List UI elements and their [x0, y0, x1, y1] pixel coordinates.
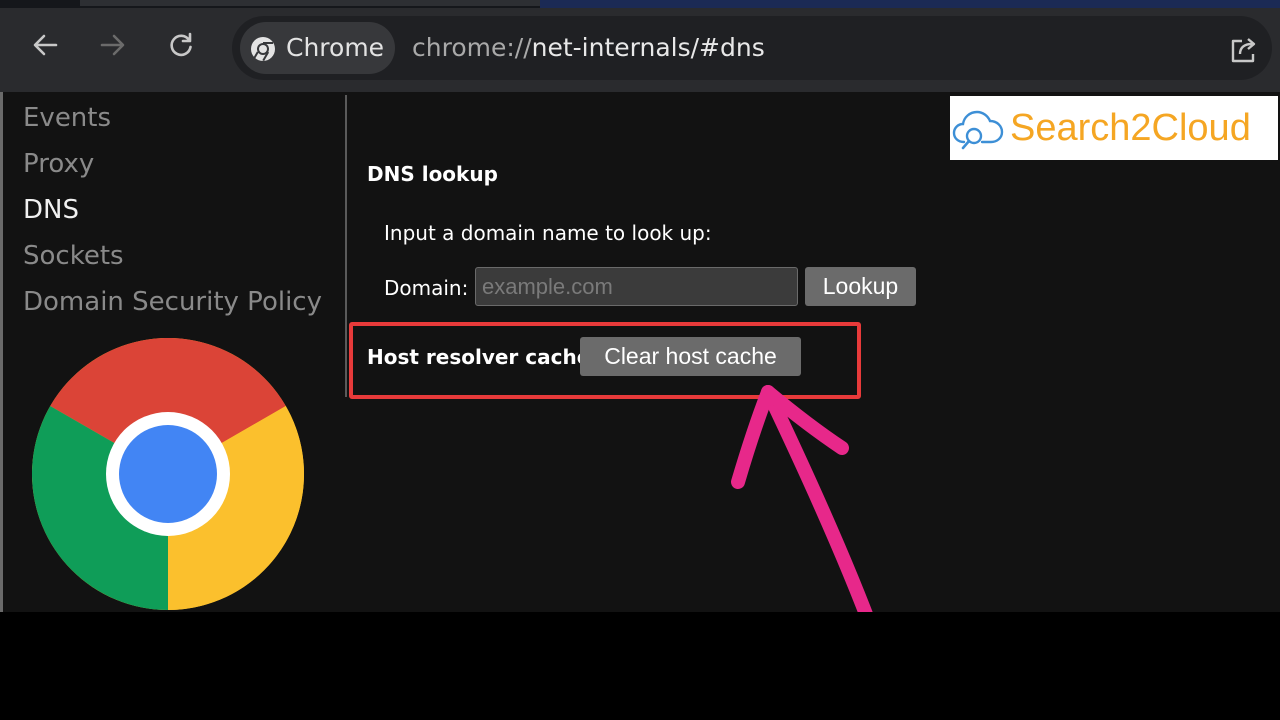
back-button[interactable]: [28, 28, 62, 62]
domain-label: Domain:: [384, 276, 469, 300]
chrome-logo-icon: [251, 37, 275, 62]
url-path: net-internals/#dns: [531, 33, 765, 62]
dns-lookup-heading: DNS lookup: [367, 162, 498, 186]
sidebar-item-domain-security-policy[interactable]: Domain Security Policy: [23, 287, 322, 317]
chip-label: Chrome: [286, 33, 385, 62]
sidebar-item-dns[interactable]: DNS: [23, 195, 79, 225]
reload-button[interactable]: [164, 28, 198, 62]
chrome-logo-icon: [32, 338, 304, 610]
watermark-text: Search2Cloud: [1010, 107, 1251, 149]
share-icon[interactable]: [1228, 34, 1260, 66]
window-frame: [540, 0, 1280, 8]
arrow-right-icon: [100, 34, 125, 56]
forward-button[interactable]: [96, 28, 130, 62]
lookup-prompt: Input a domain name to look up:: [384, 221, 712, 245]
url-text[interactable]: chrome://net-internals/#dns: [412, 33, 765, 62]
cloud-search-icon: [952, 110, 1004, 150]
pointer-arrow-annotation: [731, 385, 882, 645]
sidebar-item-sockets[interactable]: Sockets: [23, 241, 124, 271]
reload-icon: [170, 32, 192, 57]
domain-input[interactable]: [475, 267, 798, 306]
sidebar-item-events[interactable]: Events: [23, 103, 111, 133]
letterbox-bar: [0, 612, 1280, 720]
active-tab[interactable]: [80, 0, 540, 6]
sidebar-item-proxy[interactable]: Proxy: [23, 149, 94, 179]
sidebar-divider: [345, 95, 347, 397]
url-scheme: chrome://: [412, 33, 532, 62]
tab-strip: [0, 0, 1280, 8]
lookup-button[interactable]: Lookup: [805, 267, 916, 306]
window-edge: [0, 92, 3, 612]
arrow-left-icon: [33, 34, 58, 56]
